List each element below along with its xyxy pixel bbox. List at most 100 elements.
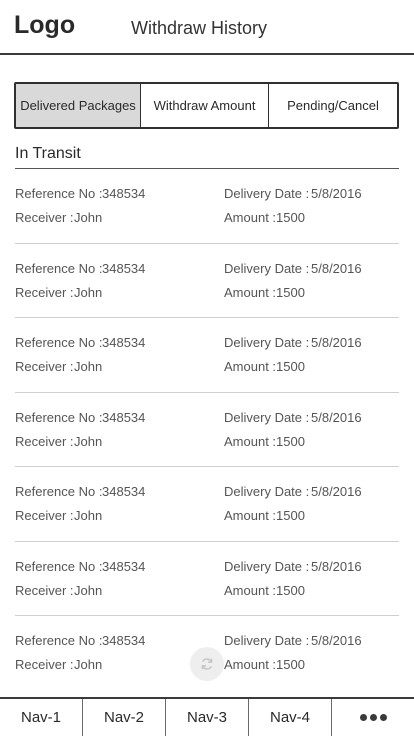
receiver-label: Receiver :	[15, 359, 74, 374]
amount-field: Amount :1500	[224, 434, 305, 449]
amount-value: 1500	[276, 210, 305, 225]
delivery-date-label: Delivery Date :	[224, 633, 310, 648]
amount-label: Amount :	[224, 433, 277, 449]
reference-field: Reference No :348534	[15, 410, 145, 425]
receiver-field: Receiver :John	[15, 359, 102, 374]
reference-value: 348534	[102, 558, 146, 574]
list-item[interactable]: Reference No :348534 Receiver :John Delive…	[15, 169, 399, 244]
reference-field: Reference No :348534	[15, 261, 145, 276]
delivery-date-value: 5/8/2016	[311, 558, 362, 574]
receiver-label: Receiver :	[15, 508, 74, 523]
receiver-field: Receiver :John	[15, 583, 102, 598]
delivery-date-field: Delivery Date :5/8/2016	[224, 410, 362, 425]
amount-field: Amount :1500	[224, 285, 305, 300]
bottom-nav: Nav-1 Nav-2 Nav-3 Nav-4	[0, 697, 414, 736]
tab-delivered-packages[interactable]: Delivered Packages	[16, 84, 141, 127]
receiver-label: Receiver :	[15, 657, 74, 672]
delivery-date-label: Delivery Date :	[224, 558, 310, 574]
receiver-value: John	[74, 284, 103, 300]
amount-value: 1500	[276, 508, 305, 523]
delivery-date-field: Delivery Date :5/8/2016	[224, 559, 362, 574]
app-header: Logo Withdraw History	[0, 0, 414, 55]
delivery-date-field: Delivery Date :5/8/2016	[224, 335, 362, 350]
receiver-value: John	[74, 359, 103, 374]
delivery-date-field: Delivery Date :5/8/2016	[224, 484, 362, 499]
nav-item-3[interactable]: Nav-3	[166, 699, 249, 736]
receiver-value: John	[74, 657, 103, 672]
nav-item-2[interactable]: Nav-2	[83, 699, 166, 736]
section-title: In Transit	[15, 145, 81, 162]
page-title: Withdraw History	[131, 18, 268, 38]
more-dots-icon	[359, 714, 387, 721]
receiver-value: John	[74, 508, 103, 523]
nav-item-4[interactable]: Nav-4	[249, 699, 332, 736]
amount-label: Amount :	[224, 508, 277, 523]
reference-value: 348534	[102, 633, 146, 648]
reference-label: Reference No :	[15, 633, 103, 648]
delivery-date-value: 5/8/2016	[311, 409, 362, 425]
amount-label: Amount :	[224, 359, 277, 374]
delivery-date-value: 5/8/2016	[311, 484, 362, 499]
amount-label: Amount :	[224, 657, 277, 672]
reference-label: Reference No :	[15, 409, 103, 425]
amount-field: Amount :1500	[224, 210, 305, 225]
tab-withdraw-amount[interactable]: Withdraw Amount	[141, 84, 269, 127]
reference-label: Reference No :	[15, 558, 103, 574]
delivery-date-field: Delivery Date :5/8/2016	[224, 633, 362, 648]
receiver-label: Receiver :	[15, 210, 74, 225]
more-button[interactable]	[332, 699, 414, 736]
list-item[interactable]: Reference No :348534 Receiver :John Delive…	[15, 244, 399, 318]
receiver-field: Receiver :John	[15, 657, 102, 672]
amount-label: Amount :	[224, 582, 277, 598]
amount-field: Amount :1500	[224, 359, 305, 374]
delivery-date-field: Delivery Date :5/8/2016	[224, 261, 362, 276]
delivery-date-value: 5/8/2016	[311, 633, 362, 648]
reference-value: 348534	[102, 335, 146, 350]
delivery-date-label: Delivery Date :	[224, 335, 310, 350]
receiver-value: John	[74, 210, 103, 225]
receiver-label: Receiver :	[15, 433, 74, 449]
reference-field: Reference No :348534	[15, 559, 145, 574]
receiver-value: John	[74, 433, 103, 449]
reference-field: Reference No :348534	[15, 186, 145, 201]
receiver-label: Receiver :	[15, 582, 74, 598]
amount-field: Amount :1500	[224, 508, 305, 523]
reference-value: 348534	[102, 186, 146, 201]
reference-label: Reference No :	[15, 186, 103, 201]
list-item[interactable]: Reference No :348534 Receiver :John Delive…	[15, 393, 399, 467]
nav-item-1[interactable]: Nav-1	[0, 699, 83, 736]
logo[interactable]: Logo	[14, 11, 75, 40]
reference-value: 348534	[102, 484, 146, 499]
amount-value: 1500	[276, 582, 305, 598]
delivery-date-label: Delivery Date :	[224, 186, 310, 201]
amount-field: Amount :1500	[224, 583, 305, 598]
tab-bar: Delivered Packages Withdraw Amount Pendi…	[14, 82, 399, 129]
delivery-date-field: Delivery Date :5/8/2016	[224, 186, 362, 201]
delivery-date-value: 5/8/2016	[311, 260, 362, 276]
delivery-date-label: Delivery Date :	[224, 260, 310, 276]
tab-pending-cancel[interactable]: Pending/Cancel	[269, 84, 397, 127]
reference-label: Reference No :	[15, 335, 103, 350]
amount-value: 1500	[276, 433, 305, 449]
delivery-date-label: Delivery Date :	[224, 409, 310, 425]
amount-field: Amount :1500	[224, 657, 305, 672]
amount-value: 1500	[276, 657, 305, 672]
receiver-field: Receiver :John	[15, 508, 102, 523]
delivery-date-value: 5/8/2016	[311, 186, 362, 201]
reference-label: Reference No :	[15, 260, 103, 276]
transit-list: Reference No :348534 Receiver :John Delive…	[15, 169, 399, 691]
list-item[interactable]: Reference No :348534 Receiver :John Delive…	[15, 318, 399, 393]
amount-label: Amount :	[224, 210, 277, 225]
amount-value: 1500	[276, 284, 305, 300]
delivery-date-value: 5/8/2016	[311, 335, 362, 350]
reference-field: Reference No :348534	[15, 633, 145, 648]
list-item[interactable]: Reference No :348534 Receiver :John Delive…	[15, 467, 399, 542]
reference-field: Reference No :348534	[15, 484, 145, 499]
receiver-field: Receiver :John	[15, 285, 102, 300]
receiver-label: Receiver :	[15, 284, 74, 300]
list-item[interactable]: Reference No :348534 Receiver :John Delive…	[15, 542, 399, 616]
receiver-value: John	[74, 582, 103, 598]
amount-value: 1500	[276, 359, 305, 374]
reference-value: 348534	[102, 260, 146, 276]
receiver-field: Receiver :John	[15, 434, 102, 449]
